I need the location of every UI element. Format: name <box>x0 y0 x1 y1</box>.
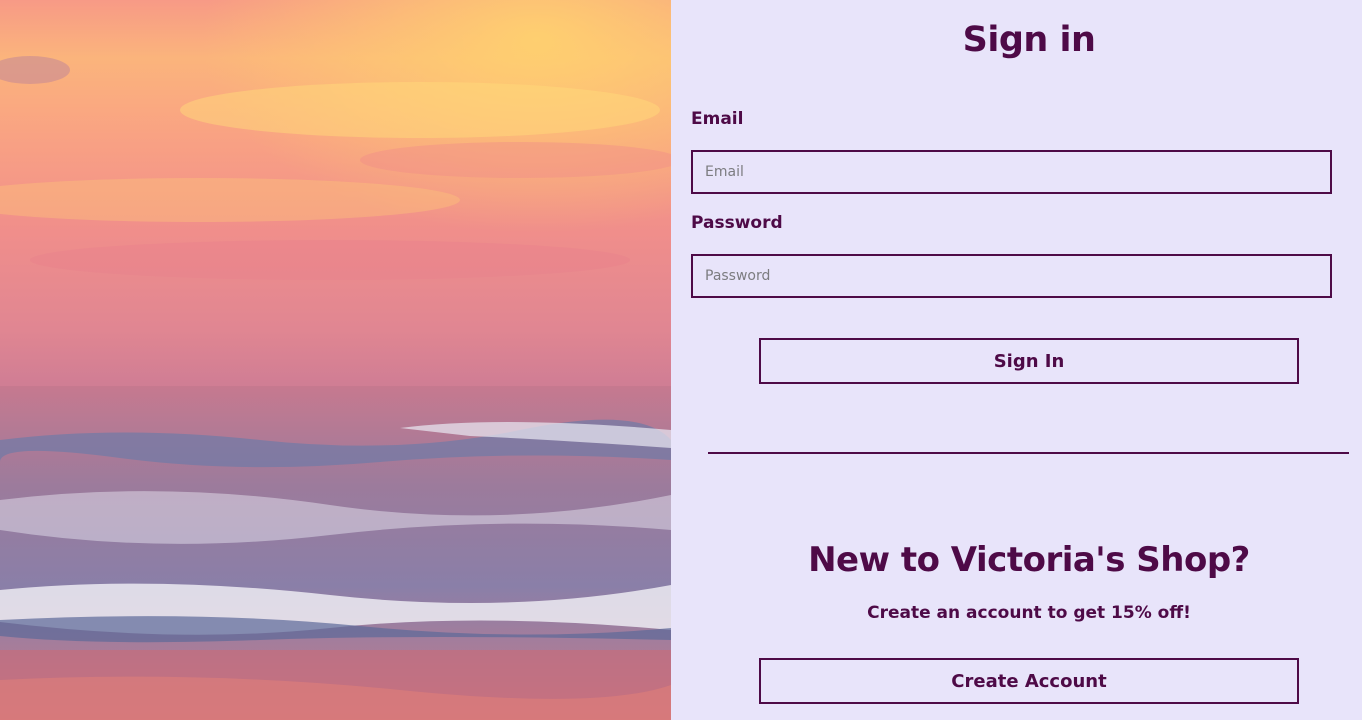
create-account-button[interactable]: Create Account <box>759 658 1299 704</box>
sunset-ocean-image <box>0 0 671 720</box>
email-label: Email <box>691 109 744 129</box>
password-label: Password <box>691 213 783 233</box>
password-field[interactable] <box>691 254 1332 298</box>
promo-text: Create an account to get 15% off! <box>867 603 1191 623</box>
register-heading: New to Victoria's Shop? <box>808 540 1250 580</box>
section-divider <box>708 452 1349 454</box>
sign-in-button[interactable]: Sign In <box>759 338 1299 384</box>
email-field[interactable] <box>691 150 1332 194</box>
sign-in-panel: Sign in Email Password Sign In New to Vi… <box>671 0 1362 720</box>
page-title: Sign in <box>962 20 1096 60</box>
